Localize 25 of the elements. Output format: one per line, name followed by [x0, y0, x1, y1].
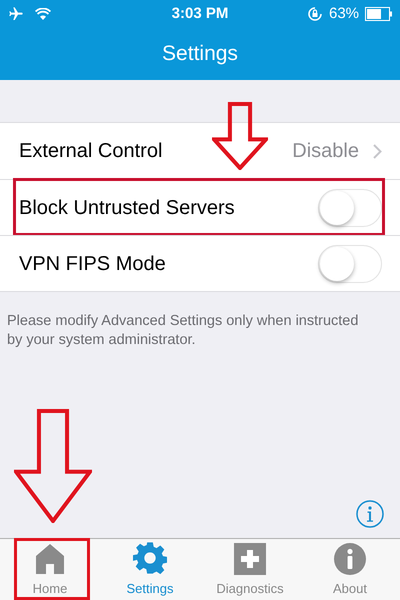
- toggle-switch[interactable]: [318, 244, 382, 282]
- tab[interactable]: Settings: [100, 539, 200, 600]
- help-text: Please modify Advanced Settings only when instructed by your system administrator.: [6, 312, 360, 350]
- medical-cross-icon: [234, 542, 266, 574]
- rotation-lock-icon: [306, 6, 323, 22]
- house-icon: [35, 542, 65, 574]
- row-label: External Control: [19, 139, 164, 164]
- row-label: VPN FIPS Mode: [19, 252, 167, 276]
- chevron-icon: [373, 144, 382, 158]
- wifi-icon: [35, 8, 51, 20]
- toggle-switch[interactable]: [318, 188, 382, 226]
- airplane-icon: [7, 6, 25, 22]
- tab[interactable]: Diagnostics: [200, 539, 300, 600]
- tab[interactable]: About: [300, 539, 400, 600]
- settings-icon: [133, 540, 167, 574]
- tab[interactable]: Home: [0, 539, 100, 600]
- battery-percentage: 63%: [328, 4, 360, 24]
- row-value[interactable]: Disable: [292, 136, 359, 166]
- battery-icon: [365, 7, 394, 21]
- down-arrow: [212, 102, 268, 170]
- screen-title: Settings: [162, 41, 238, 68]
- info-icon[interactable]: [356, 500, 384, 528]
- row-label: Block Untrusted Servers: [19, 196, 236, 220]
- status-time: 3:03 PM: [172, 4, 228, 24]
- info-icon: [334, 542, 366, 574]
